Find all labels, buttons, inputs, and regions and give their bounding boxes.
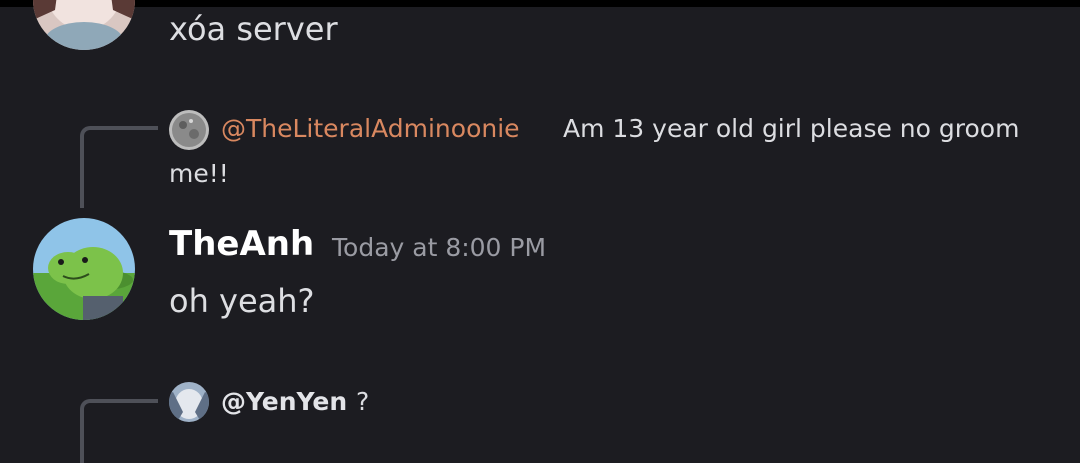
timestamp: Today at 8:00 PM [332,233,547,262]
username[interactable]: TheAnh [169,224,314,264]
reply-mention[interactable]: @YenYen [221,387,347,416]
reply-text: ? [356,387,370,416]
avatar[interactable] [169,110,209,150]
avatar[interactable] [169,382,209,422]
reply-mention[interactable]: @TheLiteralAdminoonie [221,114,520,143]
message-text: xóa server [169,10,338,48]
reply-connector [80,399,158,463]
message-text: oh yeah? [169,282,315,320]
reply-text-continued: me!! [169,159,229,188]
reply-connector [80,126,158,208]
avatar[interactable] [33,0,135,50]
avatar[interactable] [33,218,135,320]
reply-text: Am 13 year old girl please no groom [563,114,1020,143]
status-bar [0,0,1080,7]
